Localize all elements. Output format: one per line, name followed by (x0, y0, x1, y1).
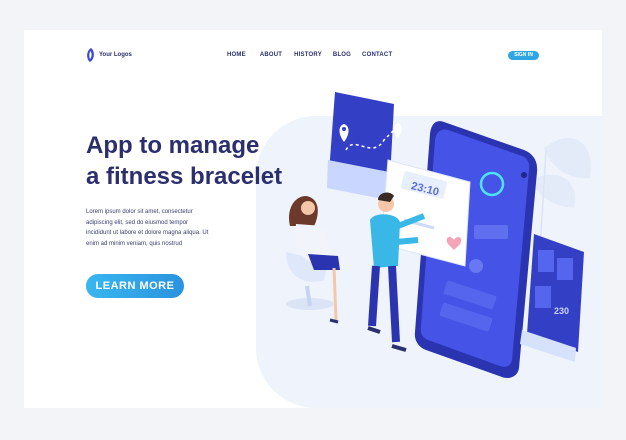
body-line: enim ad minim veniam, quis nostrud (86, 240, 183, 247)
hero-title-line-2: a fitness bracelet (86, 163, 283, 190)
landing-page: Your Logos HOME ABOUT HISTORY BLOG CONTA… (24, 30, 602, 408)
body-line: adipiscing elit, sed do eiusmod tempor (86, 219, 189, 226)
body-line: Lorem ipsum dolor sit amet, consectetur (86, 209, 193, 215)
woman-figure (286, 196, 340, 324)
side-card: 230 (520, 234, 584, 362)
learn-more-button[interactable]: LEARN MORE (86, 274, 184, 298)
hero-title-line-1: App to manage (86, 132, 260, 159)
leaf-decoration-icon (532, 137, 591, 251)
hero-body-text: Lorem ipsum dolor sit amet, consectetur … (86, 207, 246, 249)
side-card-text: 230 (554, 306, 569, 316)
hero-title: App to manage a fitness bracelet (86, 130, 326, 192)
body-line: incididunt ut labore et dolore magna ali… (86, 230, 209, 236)
